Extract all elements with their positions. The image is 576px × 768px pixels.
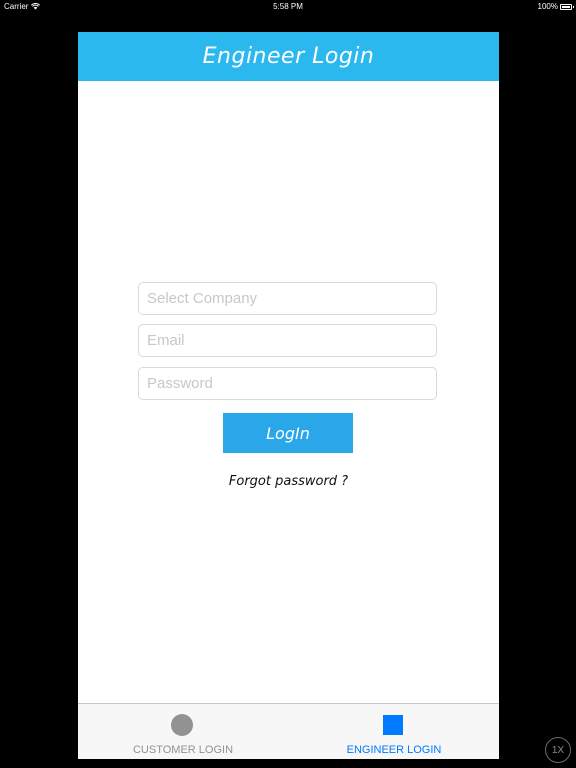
tab-label: ENGINEER LOGIN bbox=[346, 744, 442, 756]
page-title: Engineer Login bbox=[202, 44, 375, 69]
nav-bar: Engineer Login bbox=[78, 32, 499, 81]
tab-customer-login[interactable]: CUSTOMER LOGIN bbox=[78, 704, 288, 759]
circle-icon bbox=[171, 714, 193, 736]
tab-engineer-login[interactable]: ENGINEER LOGIN bbox=[289, 704, 499, 759]
status-bar: Carrier 5:58 PM 100% bbox=[0, 0, 576, 12]
forgot-password-link[interactable]: Forgot password ? bbox=[78, 474, 499, 489]
status-battery: 100% bbox=[537, 2, 574, 11]
status-time: 5:58 PM bbox=[273, 2, 303, 11]
email-field[interactable] bbox=[138, 324, 437, 357]
tab-label: CUSTOMER LOGIN bbox=[132, 744, 234, 756]
square-icon bbox=[383, 715, 403, 735]
login-button[interactable]: LogIn bbox=[223, 413, 353, 453]
tab-bar: CUSTOMER LOGIN ENGINEER LOGIN bbox=[78, 703, 499, 759]
zoom-button[interactable]: 1X bbox=[545, 737, 571, 763]
battery-icon bbox=[560, 3, 574, 10]
app-screen: Engineer Login LogIn Forgot password ? C… bbox=[78, 32, 499, 759]
password-field[interactable] bbox=[138, 367, 437, 400]
select-company-field[interactable] bbox=[138, 282, 437, 315]
battery-percent: 100% bbox=[537, 2, 558, 11]
